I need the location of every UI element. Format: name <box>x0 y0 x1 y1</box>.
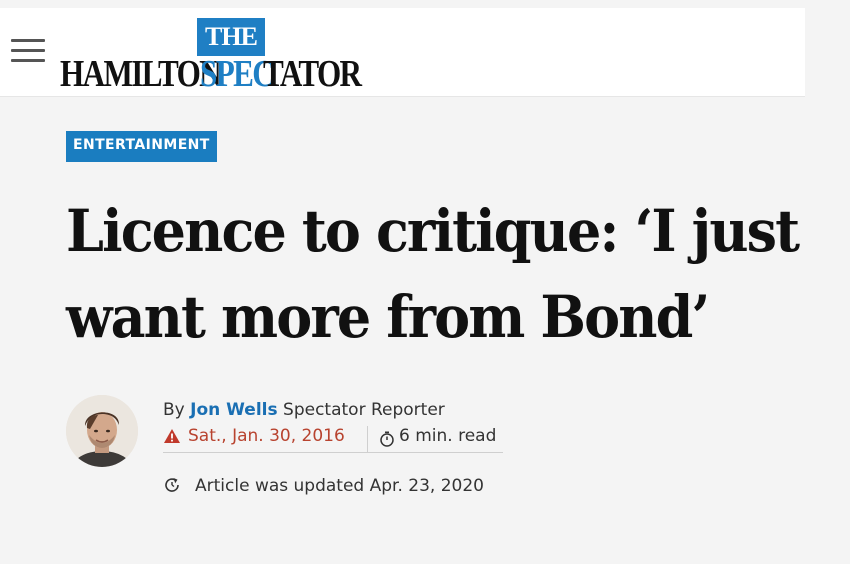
author-link[interactable]: Jon Wells <box>190 400 277 420</box>
site-logo[interactable]: THE HAMILTON SPEC TATOR <box>60 18 362 98</box>
menu-bar <box>11 39 45 42</box>
warning-icon <box>164 429 180 443</box>
headline-line-1: Licence to critique: ‘I just <box>66 197 800 265</box>
category-tag[interactable]: ENTERTAINMENT <box>66 131 217 162</box>
site-header: THE HAMILTON SPEC TATOR <box>0 8 805 97</box>
author-role: Spectator Reporter <box>283 400 445 420</box>
meta-divider <box>367 426 368 452</box>
logo-word-hamilton: HAMILTON <box>60 53 222 95</box>
author-avatar[interactable] <box>66 395 138 467</box>
article-headline: Licence to critique: ‘I just want more f… <box>66 188 806 360</box>
refresh-icon <box>165 478 179 492</box>
byline: By Jon Wells Spectator Reporter <box>163 400 445 420</box>
top-strip <box>0 0 850 8</box>
hamburger-menu-icon[interactable] <box>11 39 45 63</box>
publish-date: Sat., Jan. 30, 2016 <box>188 426 345 446</box>
author-photo <box>66 395 138 467</box>
article-meta: Sat., Jan. 30, 2016 6 min. read <box>163 424 503 453</box>
headline-line-2: want more from Bond’ <box>66 283 710 351</box>
menu-bar <box>11 59 45 62</box>
byline-prefix: By <box>163 400 185 420</box>
read-time: 6 min. read <box>399 426 497 446</box>
stopwatch-icon <box>380 431 394 447</box>
menu-bar <box>11 49 45 52</box>
logo-word-tator: TATOR <box>263 53 362 95</box>
updated-text: Article was updated Apr. 23, 2020 <box>195 476 484 496</box>
logo-the: THE <box>197 18 265 56</box>
